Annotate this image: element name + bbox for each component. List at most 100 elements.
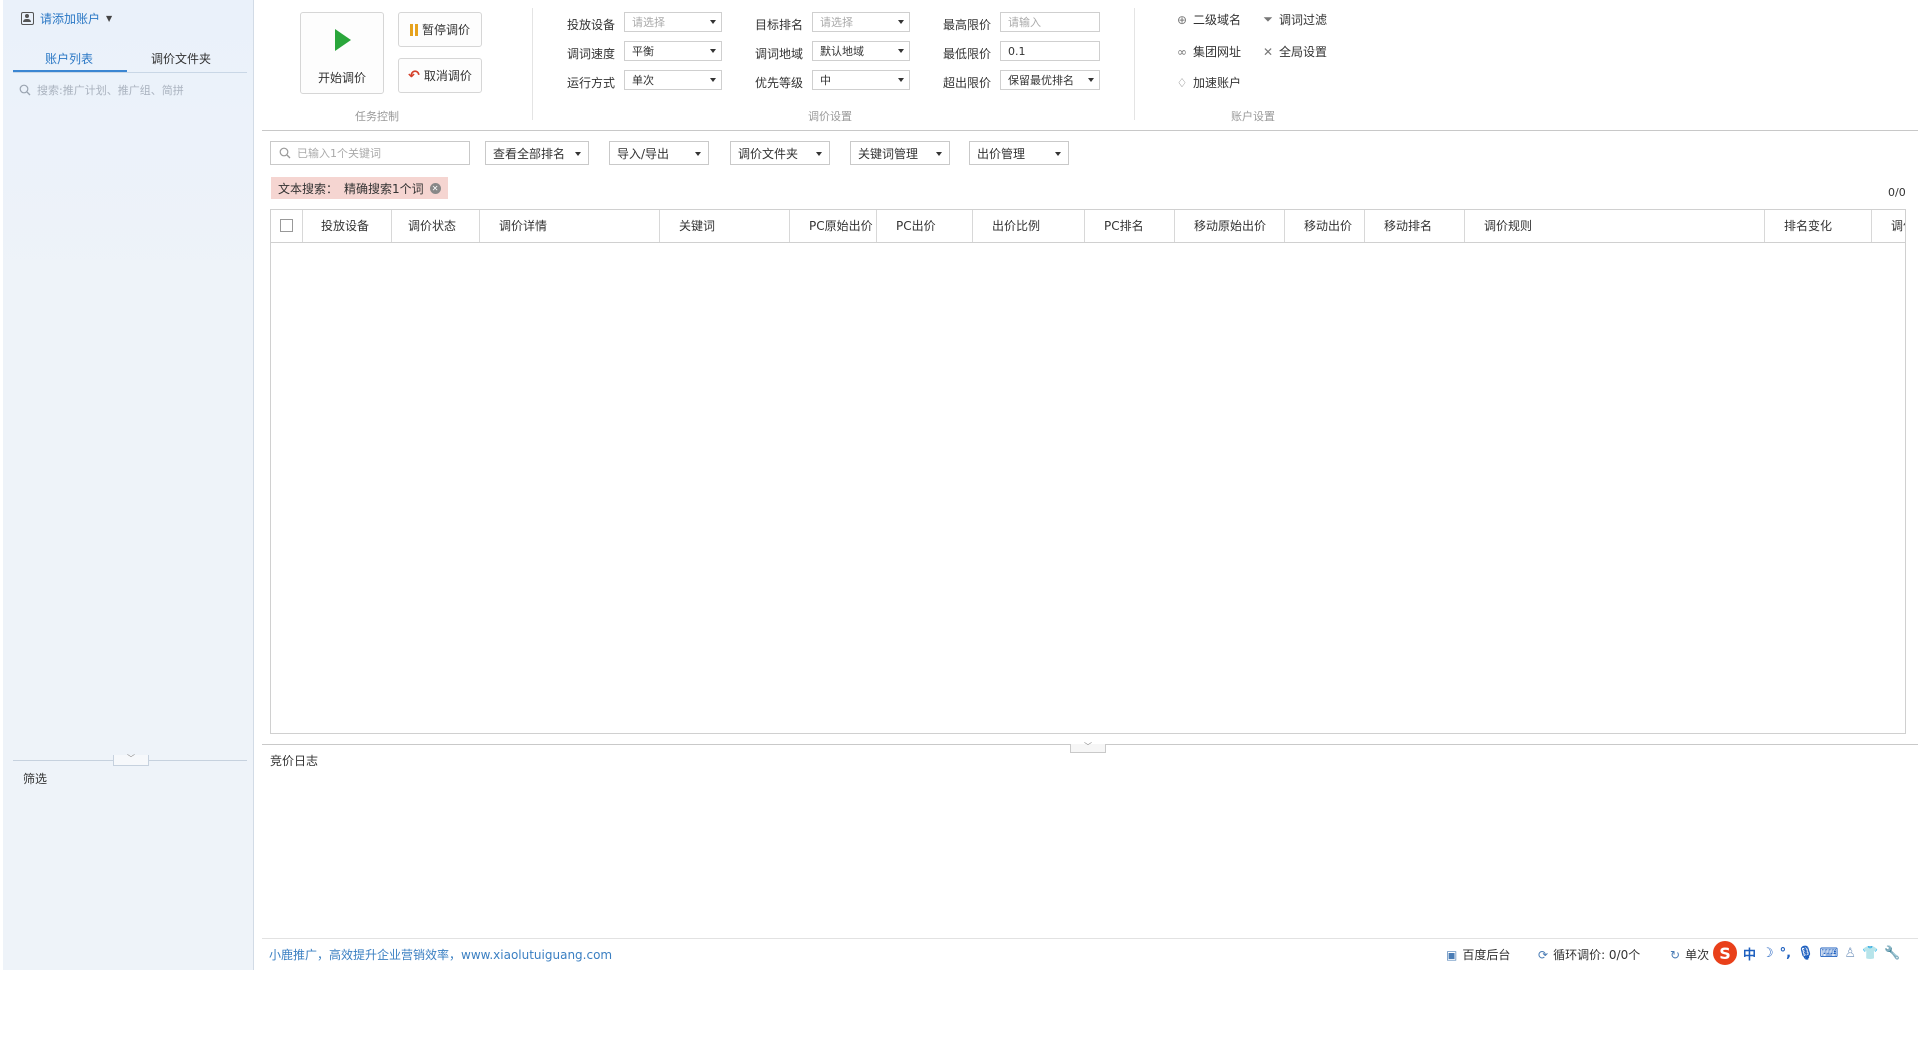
speed-select[interactable]: 平衡 xyxy=(624,41,722,61)
dropdown-arrow-icon xyxy=(898,49,904,53)
select-all-column xyxy=(271,210,303,242)
pause-bid-label: 暂停调价 xyxy=(421,23,470,37)
column-header[interactable]: PC排名 xyxy=(1085,210,1175,242)
subdomain-label: 二级域名 xyxy=(1193,13,1242,27)
column-header[interactable]: 调价规则 xyxy=(1465,210,1765,242)
filter-label: 筛选 xyxy=(23,772,48,786)
priority-select[interactable]: 中 xyxy=(812,70,910,90)
bid-folder-dropdown[interactable]: 调价文件夹 xyxy=(730,141,830,165)
tab-account-list[interactable]: 账户列表 xyxy=(45,50,93,67)
keyword-search-placeholder: 已输入1个关键词 xyxy=(297,147,381,160)
dropdown-arrow-icon xyxy=(710,78,716,82)
bid-manage-dropdown[interactable]: 出价管理 xyxy=(969,141,1069,165)
dropdown-arrow-icon xyxy=(1088,78,1094,82)
speed-account-button[interactable]: ♢ 加速账户 xyxy=(1175,74,1241,91)
column-header[interactable]: PC原始出价 xyxy=(790,210,877,242)
column-header[interactable]: 调价详情 xyxy=(480,210,660,242)
exceed-limit-select-value: 保留最优排名 xyxy=(1008,74,1074,87)
rocket-icon: ♢ xyxy=(1176,75,1188,90)
word-filter-button[interactable]: ⏷ 调词过滤 xyxy=(1261,11,1327,28)
region-select[interactable]: 默认地域 xyxy=(812,41,910,61)
select-all-checkbox[interactable] xyxy=(280,219,293,232)
run-mode-select[interactable]: 单次 xyxy=(624,70,722,90)
user-icon xyxy=(21,12,34,25)
chevron-down-icon: ﹀ xyxy=(1084,742,1092,751)
subdomain-button[interactable]: ⊕ 二级域名 xyxy=(1175,11,1241,28)
user-card-icon: ▣ xyxy=(1446,947,1458,962)
column-header[interactable]: 移动出价 xyxy=(1285,210,1365,242)
status-bar-divider xyxy=(262,938,1918,939)
sidebar-collapse-toggle[interactable]: ﹀ xyxy=(113,755,149,766)
search-icon xyxy=(279,147,291,159)
min-price-input[interactable]: 0.1 xyxy=(1000,41,1100,61)
column-header[interactable]: PC出价 xyxy=(877,210,973,242)
add-account-label: 请添加账户 xyxy=(40,12,101,26)
column-header[interactable]: 关键词 xyxy=(660,210,790,242)
filter-tag-value: 精确搜索1个词 xyxy=(344,181,424,196)
keyword-manage-dropdown[interactable]: 关键词管理 xyxy=(850,141,950,165)
wrench-icon[interactable]: 🔧 xyxy=(1884,946,1900,961)
caret-down-icon: ▼ xyxy=(106,14,113,23)
loop-bid-status[interactable]: ⟳ 循环调价: 0/0个 xyxy=(1538,946,1640,963)
global-settings-button[interactable]: ✕ 全局设置 xyxy=(1261,43,1327,60)
single-run-status[interactable]: ↻ 单次 xyxy=(1670,946,1709,963)
keyword-search-input[interactable]: 已输入1个关键词 xyxy=(270,141,470,165)
link-icon: ∞ xyxy=(1177,44,1187,59)
dropdown-arrow-icon xyxy=(898,78,904,82)
column-header[interactable]: 移动原始出价 xyxy=(1175,210,1285,242)
cancel-bid-button[interactable]: ↶ 取消调价 xyxy=(398,58,482,93)
close-icon[interactable]: ✕ xyxy=(429,182,441,194)
column-header[interactable]: 移动排名 xyxy=(1365,210,1465,242)
view-all-rank-dropdown[interactable]: 查看全部排名 xyxy=(485,141,589,165)
group-url-button[interactable]: ∞ 集团网址 xyxy=(1175,43,1241,60)
priority-label: 优先等级 xyxy=(755,76,804,90)
column-header[interactable]: 调价状态 xyxy=(392,210,480,242)
filter-tag-prefix: 文本搜索： xyxy=(278,181,339,196)
exceed-limit-label: 超出限价 xyxy=(943,76,992,90)
person-icon[interactable]: ♙ xyxy=(1844,946,1856,961)
ribbon-separator xyxy=(1134,8,1135,120)
tab-bid-folder[interactable]: 调价文件夹 xyxy=(151,50,211,67)
keyword-manage-label: 关键词管理 xyxy=(858,146,919,161)
sogou-logo-icon[interactable]: S xyxy=(1713,941,1737,965)
bid-log-title: 竞价日志 xyxy=(270,754,319,768)
single-run-label: 单次 xyxy=(1685,948,1710,962)
word-filter-label: 调词过滤 xyxy=(1279,13,1328,27)
device-select[interactable]: 请选择 xyxy=(624,12,722,32)
pause-bid-button[interactable]: 暂停调价 xyxy=(398,12,482,47)
add-account-dropdown[interactable]: 请添加账户 ▼ xyxy=(21,10,112,27)
log-collapse-toggle[interactable]: ﹀ xyxy=(1070,742,1106,753)
run-mode-select-value: 单次 xyxy=(632,74,654,87)
start-bid-button[interactable]: 开始调价 xyxy=(300,12,384,94)
baidu-backend-button[interactable]: ▣ 百度后台 xyxy=(1446,946,1510,963)
column-header[interactable]: 投放设备 xyxy=(303,210,392,242)
dropdown-arrow-icon xyxy=(710,49,716,53)
slogan-link[interactable]: 小鹿推广，高效提升企业营销效率，www.xiaolutuiguang.com xyxy=(269,946,612,963)
ime-mode-chinese[interactable]: 中 xyxy=(1743,944,1756,963)
max-price-label: 最高限价 xyxy=(943,18,992,32)
punctuation-icon[interactable]: °, xyxy=(1780,946,1791,961)
tools-icon: ✕ xyxy=(1262,44,1274,59)
column-header[interactable]: 调价 xyxy=(1872,210,1905,242)
max-price-input[interactable]: 请输入 xyxy=(1000,12,1100,32)
bid-manage-label: 出价管理 xyxy=(977,146,1026,161)
dropdown-arrow-icon xyxy=(1055,152,1061,156)
region-select-value: 默认地域 xyxy=(820,45,864,58)
exceed-limit-select[interactable]: 保留最优排名 xyxy=(1000,70,1100,90)
column-header[interactable]: 出价比例 xyxy=(973,210,1085,242)
shirt-icon[interactable]: 👕 xyxy=(1862,946,1878,961)
filter-icon: ⏷ xyxy=(1263,12,1273,26)
device-select-value: 请选择 xyxy=(632,16,665,29)
microphone-icon[interactable]: 🎙 xyxy=(1797,946,1814,961)
sidebar-search-input[interactable]: 搜索:推广计划、推广组、简拼 xyxy=(19,80,239,100)
group-title-bid-settings: 调价设置 xyxy=(808,110,852,123)
moon-icon[interactable]: ☽ xyxy=(1762,946,1774,961)
loop-bid-label: 循环调价: 0/0个 xyxy=(1553,948,1641,962)
view-all-rank-label: 查看全部排名 xyxy=(493,146,566,161)
column-header[interactable]: 排名变化 xyxy=(1765,210,1872,242)
import-export-dropdown[interactable]: 导入/导出 xyxy=(609,141,709,165)
ime-toolbar: S 中 ☽ °, 🎙 ⌨ ♙ 👕 🔧 xyxy=(1713,940,1900,966)
target-rank-select[interactable]: 请选择 xyxy=(812,12,910,32)
bid-folder-label: 调价文件夹 xyxy=(738,146,799,161)
keyboard-icon[interactable]: ⌨ xyxy=(1820,946,1839,961)
